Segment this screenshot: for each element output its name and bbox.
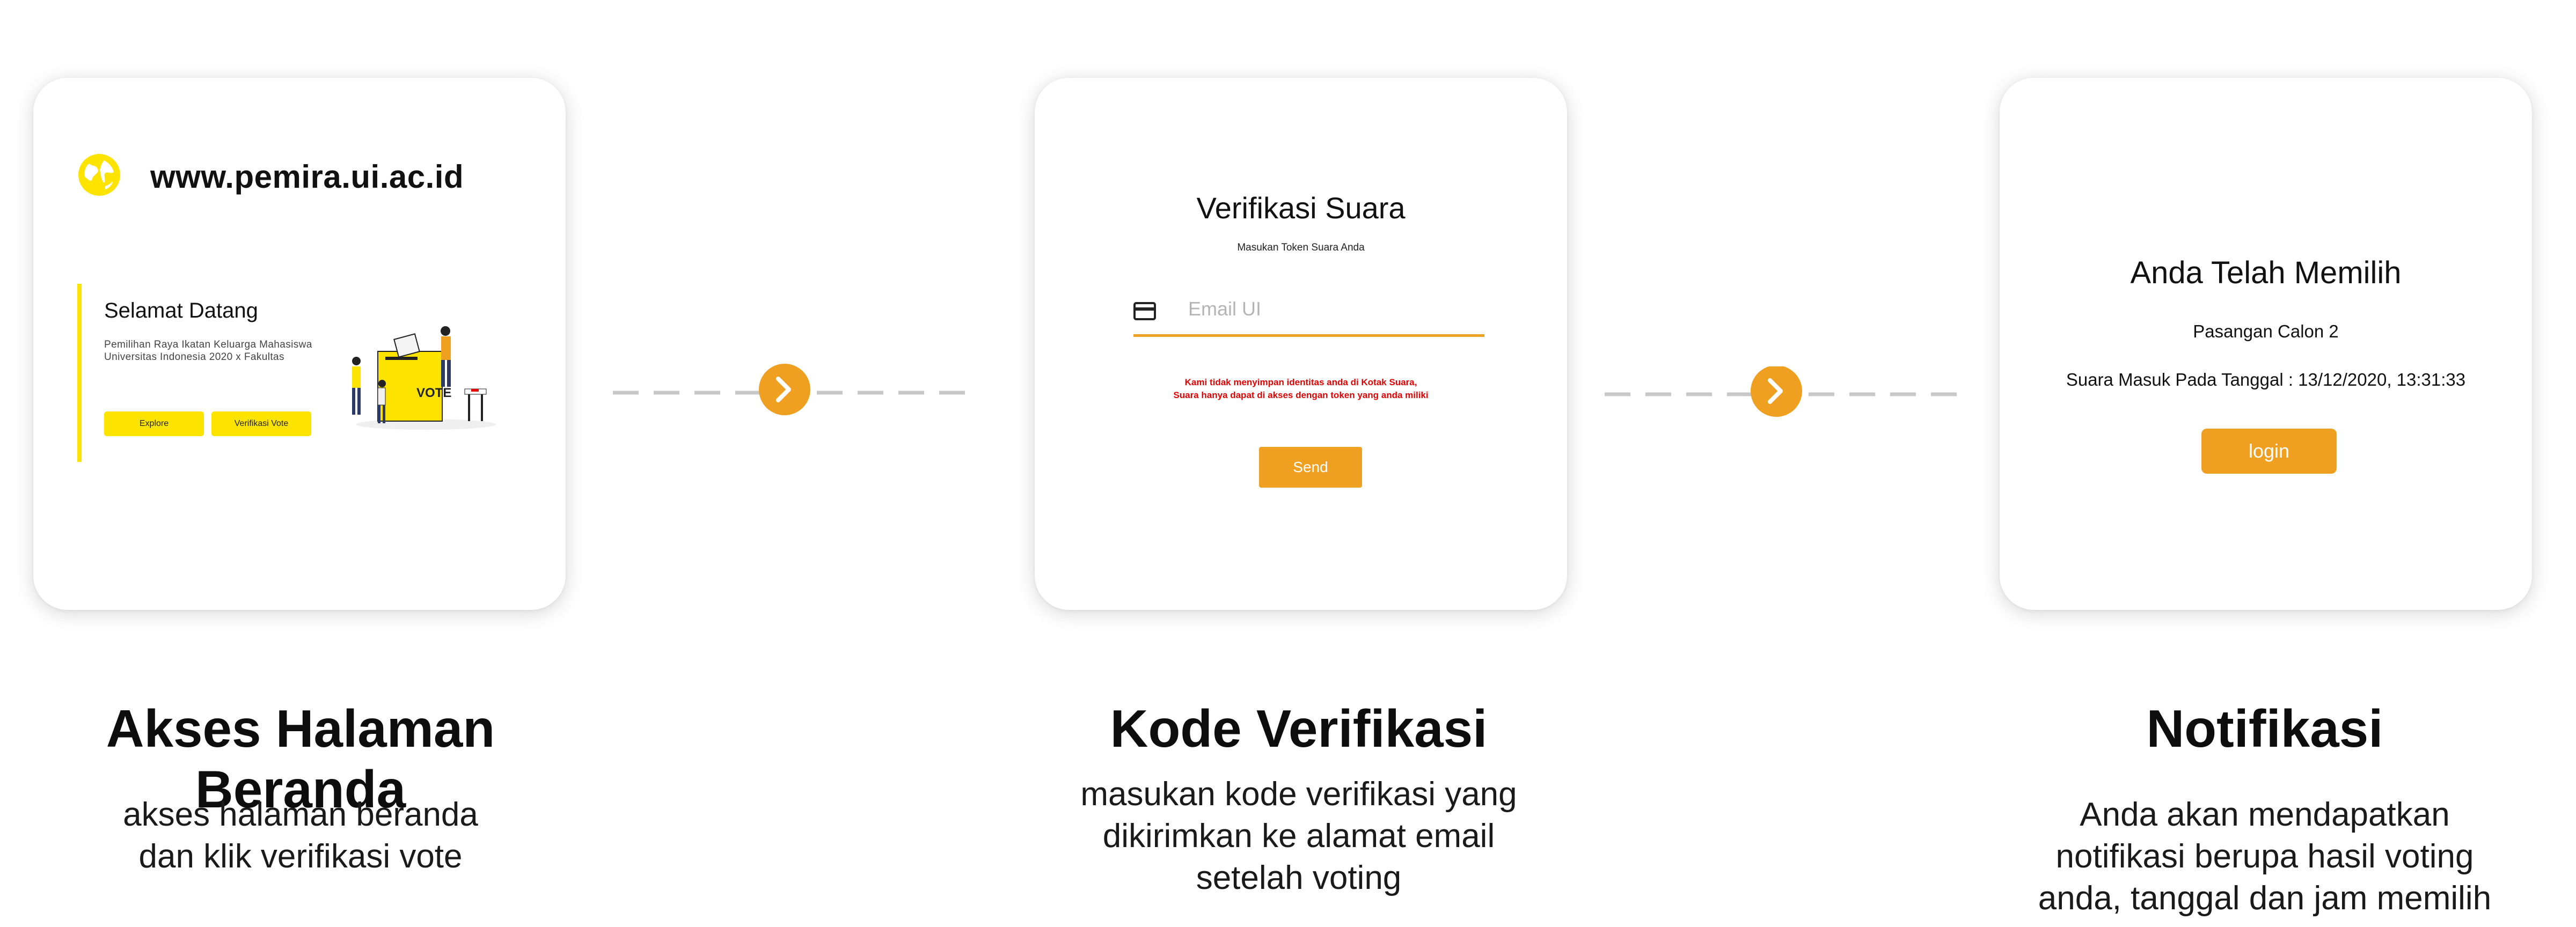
step-1-line1: akses halaman beranda — [123, 796, 478, 833]
voting-illustration: VOTE — [352, 326, 496, 430]
privacy-note: Kami tidak menyimpan identitas anda di K… — [1035, 376, 1567, 402]
notification-title: Anda Telah Memilih — [2130, 255, 2402, 290]
notification-card: Anda Telah Memilih Pasangan Calon 2 Suar… — [2000, 78, 2532, 610]
step-3-description: Anda akan mendapatkan notifikasi berupa … — [1975, 794, 2555, 919]
credit-card-icon — [1133, 302, 1156, 320]
privacy-note-line1: Kami tidak menyimpan identitas anda di K… — [1184, 377, 1417, 387]
privacy-note-line2: Suara hanya dapat di akses dengan token … — [1173, 390, 1429, 400]
welcome-title: Selamat Datang — [104, 299, 258, 322]
step-2-line2: dikirimkan ke alamat email — [1102, 818, 1495, 855]
step-3-line1: Anda akan mendapatkan — [2080, 796, 2450, 833]
step-1-line2: dan klik verifikasi vote — [138, 838, 463, 875]
vote-timestamp: Suara Masuk Pada Tanggal : 13/12/2020, 1… — [2066, 370, 2466, 389]
email-input[interactable]: Email UI — [1188, 298, 1261, 320]
flow-connector — [1605, 366, 1970, 417]
homepage-card: www.pemira.ui.ac.id Selamat Datang Pemil… — [33, 78, 566, 610]
flow-connector — [613, 364, 978, 415]
verification-title: Verifikasi Suara — [1196, 191, 1406, 225]
explore-button[interactable]: Explore — [104, 411, 204, 436]
send-button[interactable]: Send — [1259, 447, 1362, 488]
verify-vote-button[interactable]: Verifikasi Vote — [211, 411, 311, 436]
welcome-description: Pemilihan Raya Ikatan Keluarga Mahasiswa… — [104, 339, 312, 363]
step-3-line2: notifikasi berupa hasil voting — [2055, 838, 2474, 875]
verification-card: Verifikasi Suara Masukan Token Suara And… — [1035, 78, 1567, 610]
accent-bar — [77, 284, 82, 462]
step-2-description: masukan kode verifikasi yang dikirimkan … — [1009, 774, 1589, 899]
step-2-line3: setelah voting — [1196, 859, 1402, 896]
email-input-underline — [1133, 334, 1484, 337]
globe-icon — [78, 154, 120, 196]
illustration-vote-text: VOTE — [416, 386, 451, 400]
verification-subtitle: Masukan Token Suara Anda — [1237, 242, 1365, 253]
step-1-description: akses halaman beranda dan klik verifikas… — [70, 794, 531, 878]
step-2-title: Kode Verifikasi — [1110, 699, 1488, 758]
step-2-line1: masukan kode verifikasi yang — [1080, 776, 1517, 813]
step-3-title: Notifikasi — [2146, 699, 2383, 758]
site-url[interactable]: www.pemira.ui.ac.id — [150, 158, 464, 195]
step-3-line3: anda, tanggal dan jam memilih — [2038, 880, 2492, 917]
login-button[interactable]: login — [2201, 429, 2337, 474]
candidate-label: Pasangan Calon 2 — [2193, 321, 2339, 341]
